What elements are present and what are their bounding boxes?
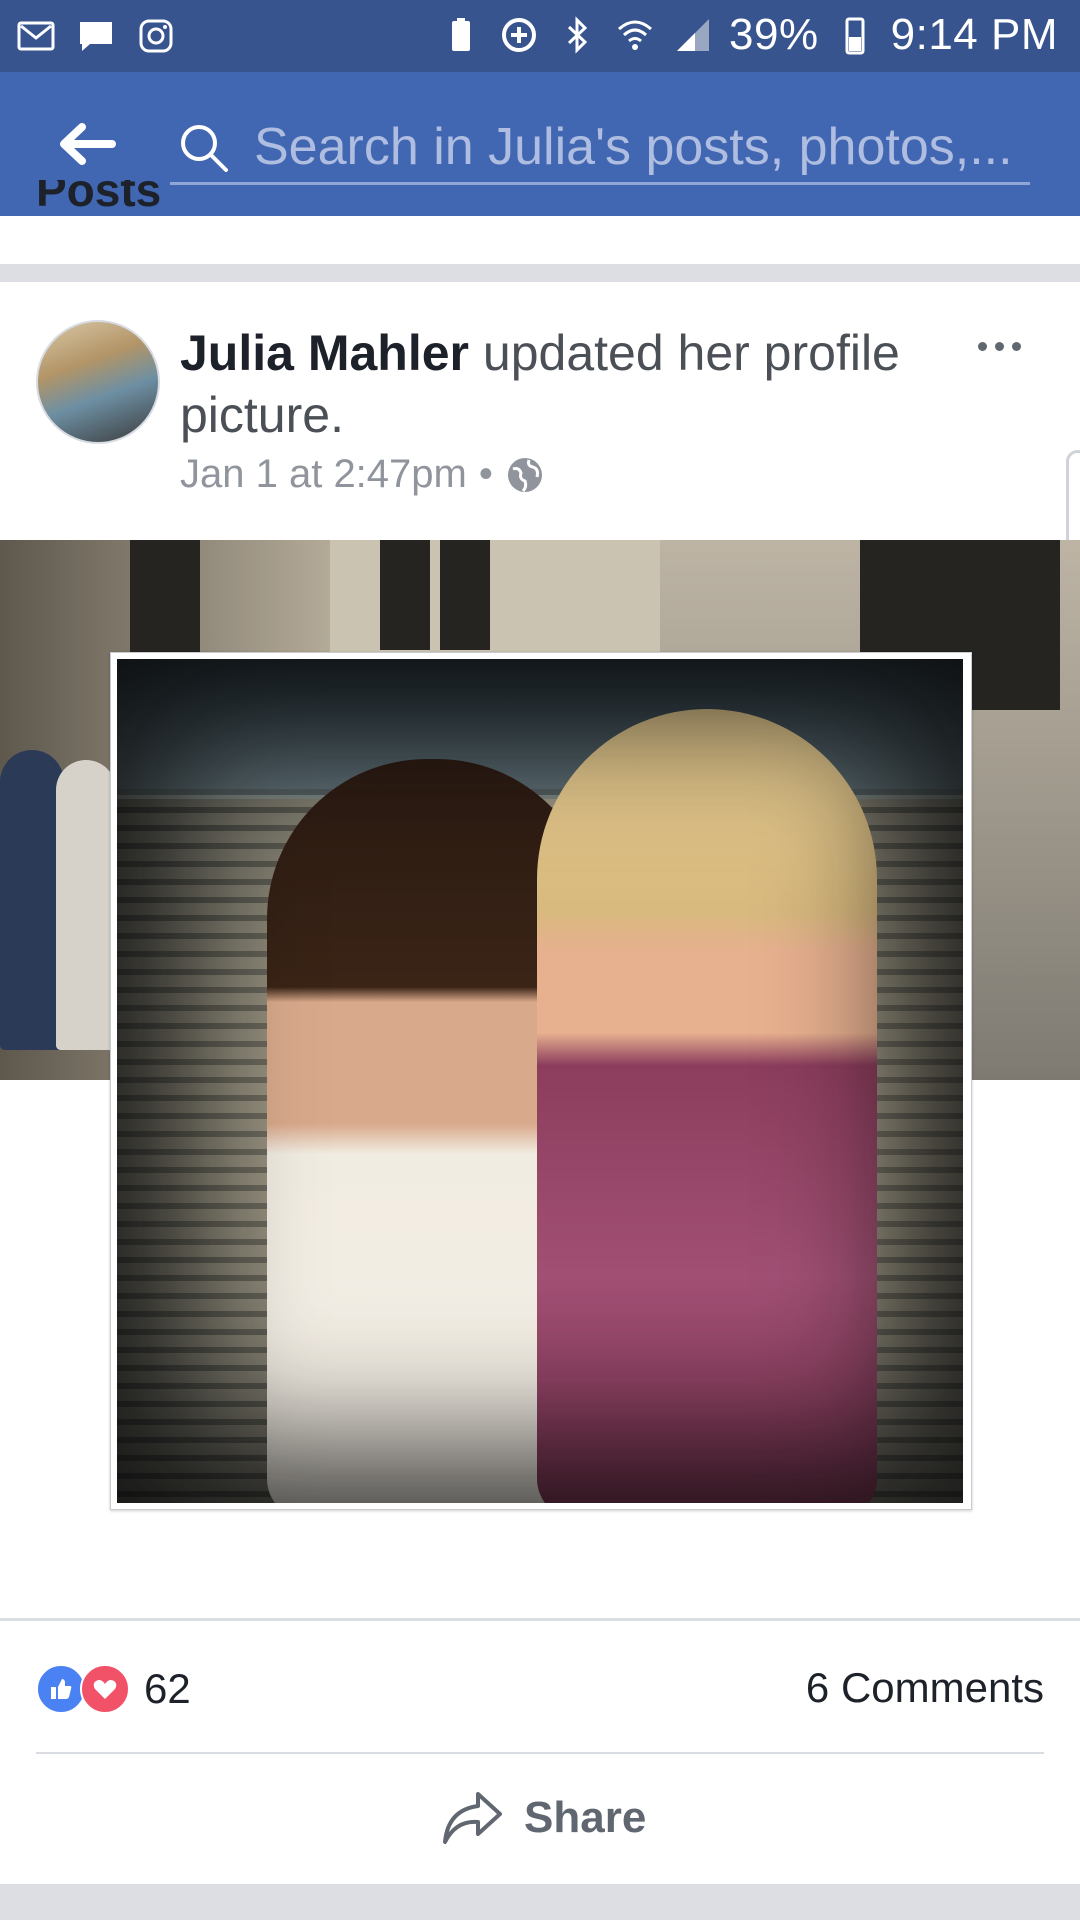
message-icon [74,14,118,58]
post-timestamp[interactable]: Jan 1 at 2:47pm [180,452,467,497]
clock: 9:14 PM [890,10,1058,59]
battery-icon [833,13,877,57]
profile-picture[interactable] [117,659,963,1503]
signal-icon [671,13,715,57]
instagram-icon [134,14,178,58]
system-status: 39% 9:14 PM [439,10,1058,60]
search-box[interactable] [170,110,1030,185]
share-button[interactable]: Share [440,1786,646,1850]
profile-picture-frame[interactable] [110,652,972,1510]
battery-percent: 39% [729,10,819,59]
like-reaction-icon [36,1664,86,1714]
divider [0,1618,1080,1621]
post-headline: Julia Mahler updated her profile picture… [180,322,960,446]
section-separator [0,264,1080,282]
divider [36,1752,1044,1754]
post-meta: Jan 1 at 2:47pm • [180,452,545,497]
app-header [0,72,1080,216]
battery-saver-icon [439,13,483,57]
gmail-icon [14,14,58,58]
avatar[interactable] [36,320,160,444]
data-saver-icon [497,13,541,57]
search-icon [181,125,228,172]
love-reaction-icon [80,1664,130,1714]
share-icon [443,1792,502,1844]
bluetooth-icon [555,13,599,57]
globe-icon [507,457,542,492]
meta-separator: • [478,452,493,496]
notification-icons [14,14,178,58]
comments-link[interactable]: 6 Comments [806,1664,1044,1712]
share-label: Share [524,1793,647,1842]
reaction-count: 62 [144,1665,191,1712]
section-title: Posts [36,180,162,216]
back-button[interactable] [44,112,128,176]
reactions-summary[interactable]: 62 [36,1664,191,1714]
back-arrow-icon [60,123,116,165]
section-separator [0,1884,1080,1920]
search-input[interactable] [252,114,1026,180]
status-bar: 39% 9:14 PM [0,0,1080,72]
author-name[interactable]: Julia Mahler [180,325,469,381]
wifi-icon [613,13,657,57]
more-options-button[interactable] [964,316,1034,376]
